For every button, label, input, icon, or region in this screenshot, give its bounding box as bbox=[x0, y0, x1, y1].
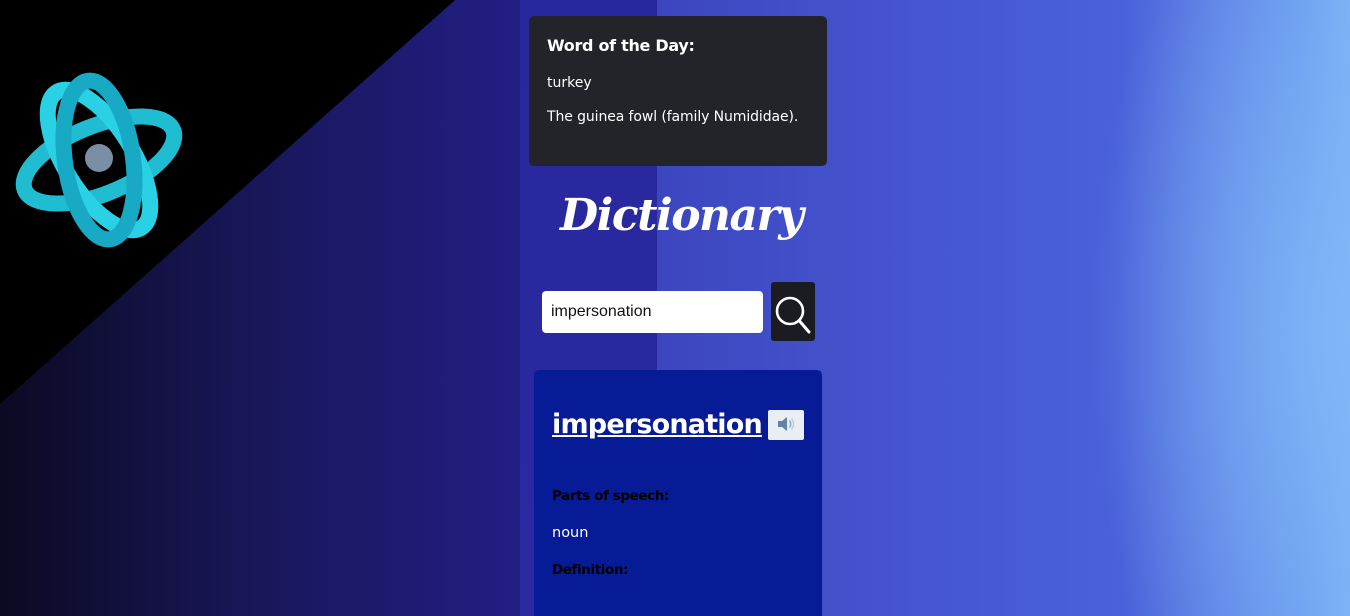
app-title: Dictionary bbox=[560, 190, 804, 241]
search-icon bbox=[771, 294, 815, 336]
result-header: impersonation bbox=[552, 408, 804, 440]
react-atom-icon bbox=[8, 62, 190, 258]
definition-label: Definition: bbox=[552, 562, 629, 578]
parts-of-speech-label: Parts of speech: bbox=[552, 488, 669, 504]
speaker-icon bbox=[776, 415, 796, 436]
word-of-the-day-definition: The guinea fowl (family Numididae). bbox=[547, 109, 799, 125]
word-of-the-day-word: turkey bbox=[547, 75, 592, 91]
result-card: impersonation Parts of speech: noun Defi… bbox=[534, 370, 822, 616]
search-button[interactable] bbox=[771, 282, 815, 341]
word-of-the-day-title: Word of the Day: bbox=[547, 36, 695, 55]
word-of-the-day-card: Word of the Day: turkey The guinea fowl … bbox=[529, 16, 827, 166]
part-of-speech-value: noun bbox=[552, 525, 589, 541]
result-word: impersonation bbox=[552, 408, 763, 440]
search-input[interactable] bbox=[542, 291, 763, 333]
pronunciation-audio-button[interactable] bbox=[767, 410, 804, 440]
